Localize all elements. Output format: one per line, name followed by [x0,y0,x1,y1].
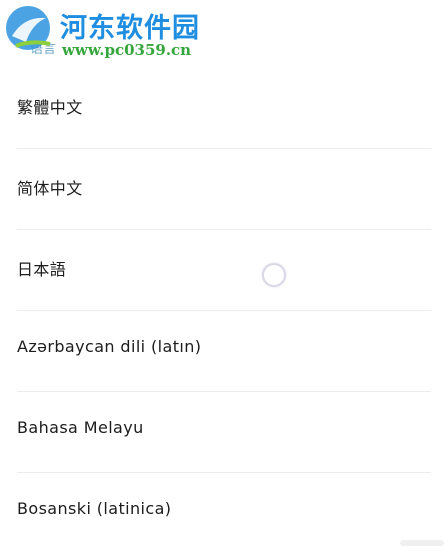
bottom-indicator [400,540,444,546]
language-item-traditional-chinese[interactable]: 繁體中文 [0,68,448,149]
loading-spinner-icon [262,263,286,287]
language-label: Bosanski (latinica) [17,499,172,518]
language-label: 繁體中文 [17,98,83,117]
language-item-simplified-chinese[interactable]: 简体中文 [0,149,448,230]
language-item-malay[interactable]: Bahasa Melayu [0,392,448,473]
language-label: Bahasa Melayu [17,418,144,437]
watermark: 河东软件园 www.pc0359.cn [0,0,448,62]
language-label: 日本語 [17,260,67,279]
language-label: Azərbaycan dili (latın) [17,337,202,356]
language-list: 繁體中文 简体中文 日本語 Azərbaycan dili (latın) Ba… [0,68,448,554]
language-item-bosnian[interactable]: Bosanski (latinica) [0,473,448,554]
watermark-url: www.pc0359.cn [62,41,192,59]
language-item-azerbaijani[interactable]: Azərbaycan dili (latın) [0,311,448,392]
watermark-title: 河东软件园 [60,13,200,44]
language-label: 简体中文 [17,179,83,198]
page-title: 语言 [30,42,57,57]
language-item-japanese[interactable]: 日本語 [0,230,448,311]
